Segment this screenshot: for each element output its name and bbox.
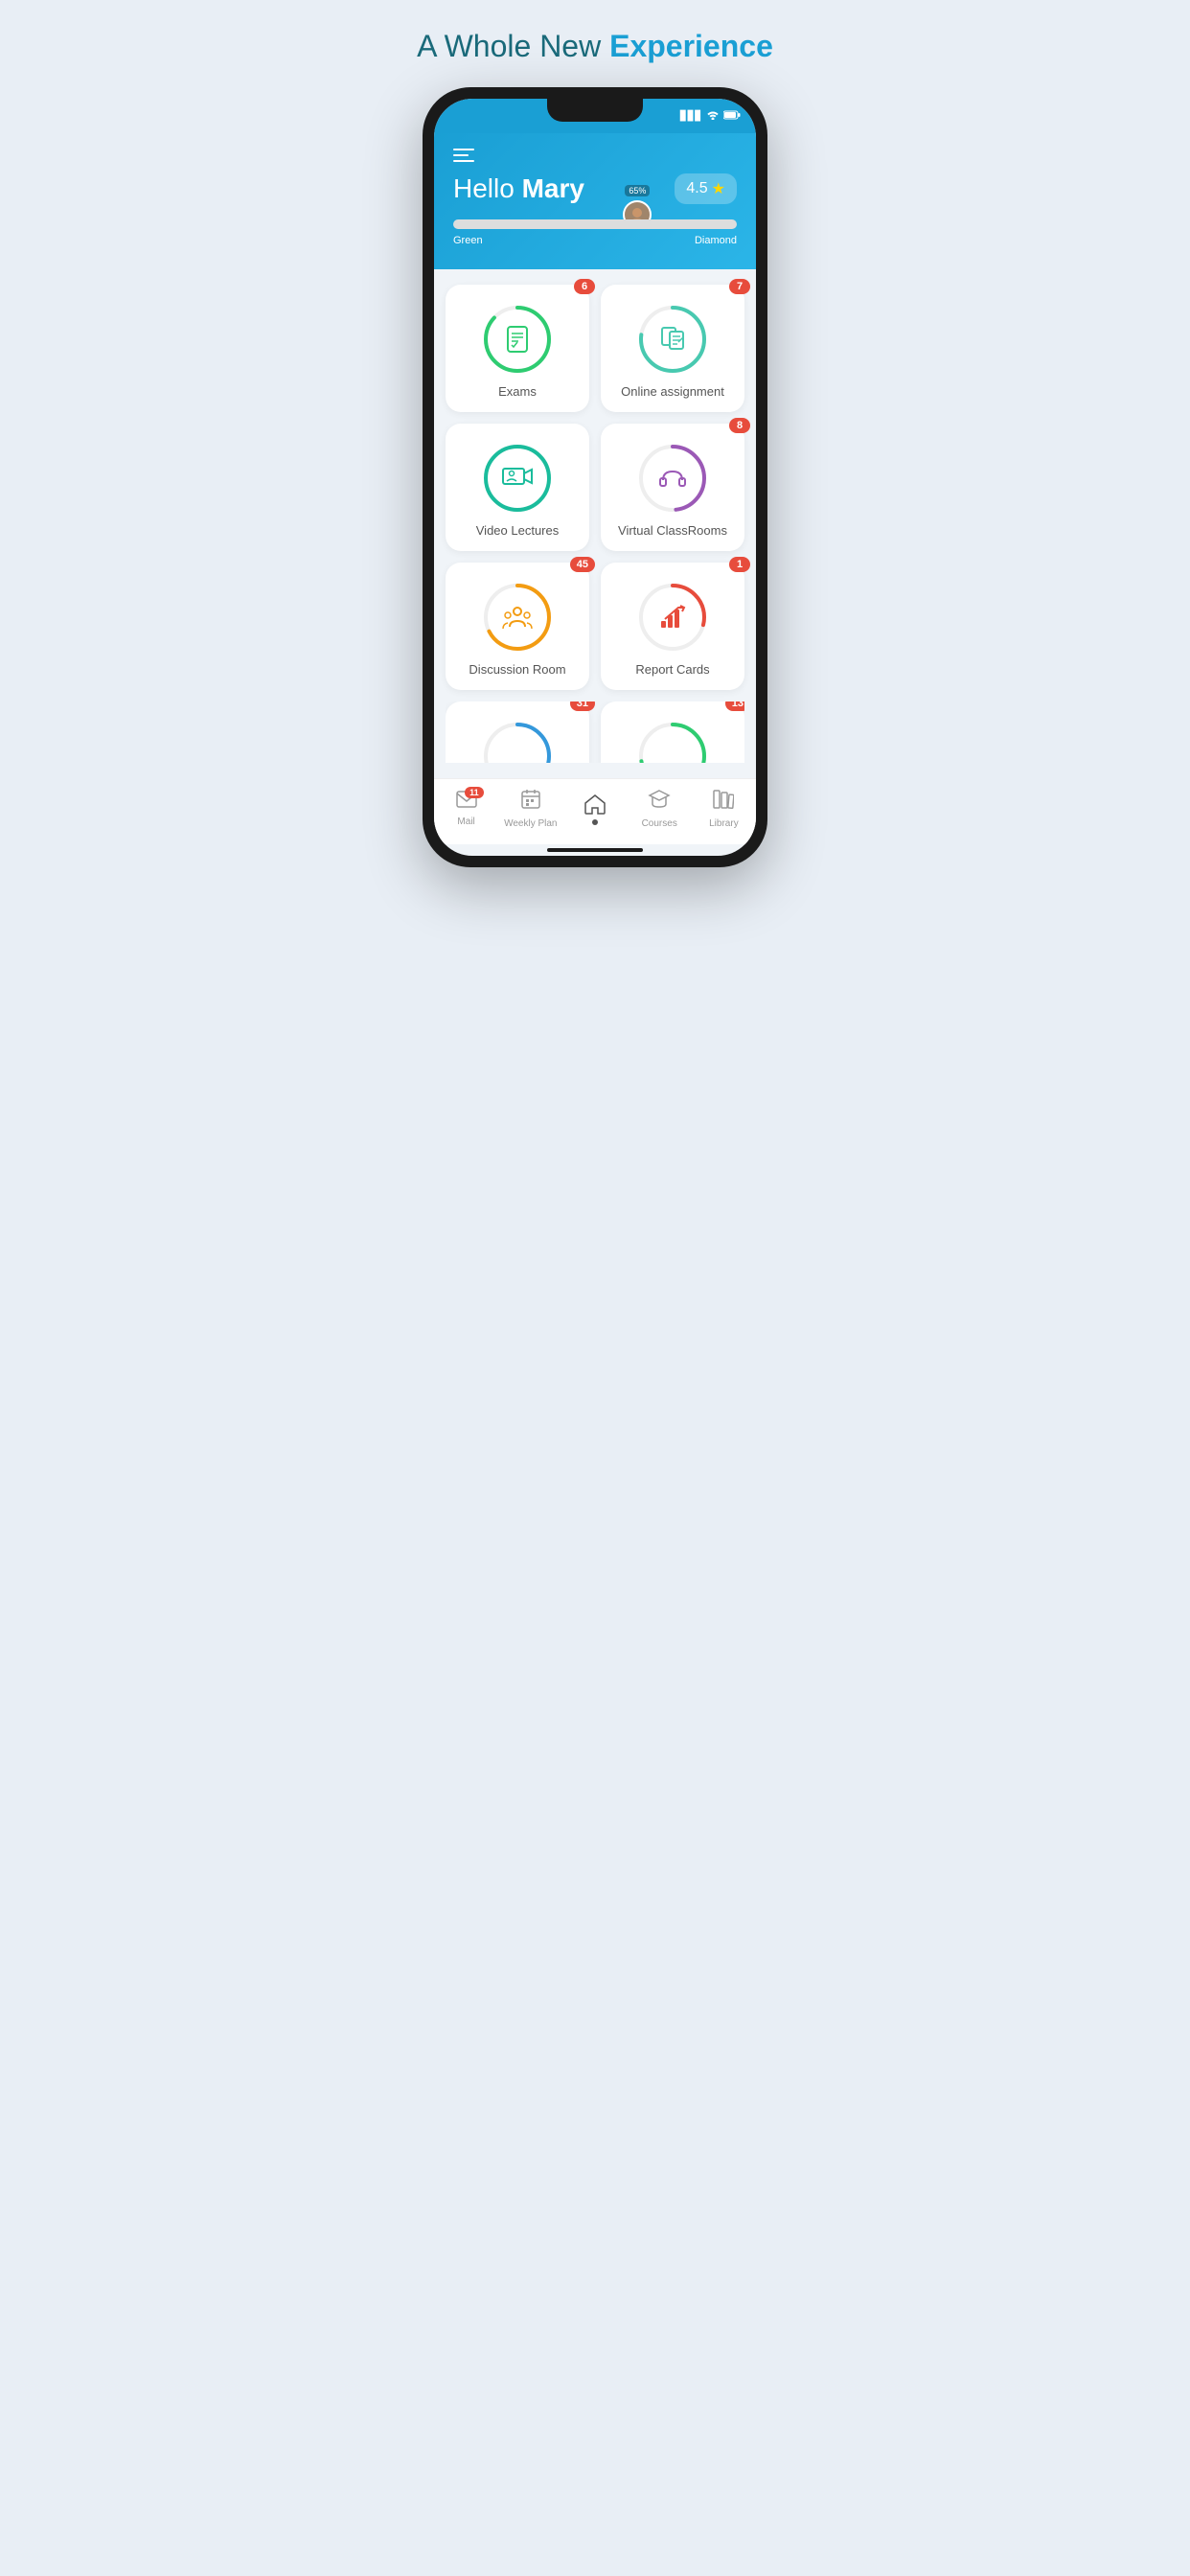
card-discussion-room[interactable]: 45	[446, 563, 589, 690]
signal-icon: ▊▊▊	[680, 111, 702, 122]
status-icons: ▊▊▊	[680, 110, 741, 123]
home-active-dot	[592, 819, 598, 825]
phone-screen: ▊▊▊	[434, 99, 756, 856]
badge-partial-1: 31	[570, 702, 595, 711]
exams-icon-circle	[482, 304, 553, 375]
weekly-plan-label: Weekly Plan	[504, 818, 557, 829]
app-header: Hello Mary 4.5 ★	[434, 133, 756, 269]
card-online-assignment[interactable]: 7	[601, 285, 744, 412]
video-lectures-icon-circle	[482, 443, 553, 514]
card-report-cards[interactable]: 1	[601, 563, 744, 690]
card-row-1: 6	[446, 285, 744, 412]
rating-badge: 4.5 ★	[675, 173, 737, 204]
badge-discussion-room: 45	[570, 557, 595, 572]
library-label: Library	[709, 818, 739, 829]
discussion-room-label: Discussion Room	[469, 662, 565, 677]
badge-exams: 6	[574, 279, 595, 294]
home-indicator	[547, 848, 643, 852]
main-content: 6	[434, 269, 756, 778]
card-partial-1[interactable]: 31	[446, 702, 589, 763]
card-row-3: 45	[446, 563, 744, 690]
card-row-4-partial: 31 13	[446, 702, 744, 763]
virtual-classrooms-icon-circle	[637, 443, 708, 514]
card-video-lectures[interactable]: Video Lectures	[446, 424, 589, 551]
notch	[547, 99, 643, 122]
phone-frame: ▊▊▊	[423, 87, 767, 867]
video-lectures-label: Video Lectures	[476, 523, 560, 538]
nav-library[interactable]: Library	[692, 789, 756, 829]
progress-track	[453, 219, 737, 229]
report-cards-icon-circle	[637, 582, 708, 653]
greeting: Hello Mary	[453, 173, 584, 204]
nav-weekly-plan[interactable]: Weekly Plan	[498, 789, 562, 829]
battery-icon	[723, 110, 741, 123]
badge-online-assignment: 7	[729, 279, 750, 294]
library-icon	[713, 789, 734, 816]
level-end: Diamond	[695, 235, 737, 246]
discussion-room-icon-circle	[482, 582, 553, 653]
courses-icon	[648, 789, 671, 816]
nav-mail[interactable]: 11 Mail	[434, 791, 498, 827]
online-assignment-icon-circle	[637, 304, 708, 375]
headline: A Whole New Experience	[417, 29, 773, 64]
online-assignment-label: Online assignment	[621, 384, 724, 399]
wifi-icon	[706, 110, 720, 123]
level-start: Green	[453, 235, 483, 246]
bottom-nav: 11 Mail	[434, 778, 756, 844]
menu-icon[interactable]	[453, 149, 474, 162]
badge-report-cards: 1	[729, 557, 750, 572]
mail-badge: 11	[465, 787, 484, 798]
star-icon: ★	[712, 179, 725, 198]
progress-section: 65% Green Diamond	[453, 219, 737, 246]
courses-label: Courses	[642, 818, 677, 829]
status-bar: ▊▊▊	[434, 99, 756, 133]
badge-partial-2: 13	[725, 702, 744, 711]
home-icon	[584, 794, 606, 820]
mail-label: Mail	[457, 816, 474, 827]
exams-label: Exams	[498, 384, 537, 399]
card-row-2: Video Lectures 8	[446, 424, 744, 551]
report-cards-label: Report Cards	[635, 662, 709, 677]
nav-home[interactable]	[562, 794, 627, 825]
level-labels: Green Diamond	[453, 235, 737, 246]
card-partial-2[interactable]: 13	[601, 702, 744, 763]
card-virtual-classrooms[interactable]: 8	[601, 424, 744, 551]
badge-virtual-classrooms: 8	[729, 418, 750, 433]
card-exams[interactable]: 6	[446, 285, 589, 412]
weekly-plan-icon	[520, 789, 541, 816]
percent-label: 65%	[625, 185, 650, 196]
virtual-classrooms-label: Virtual ClassRooms	[618, 523, 727, 538]
nav-courses[interactable]: Courses	[628, 789, 692, 829]
